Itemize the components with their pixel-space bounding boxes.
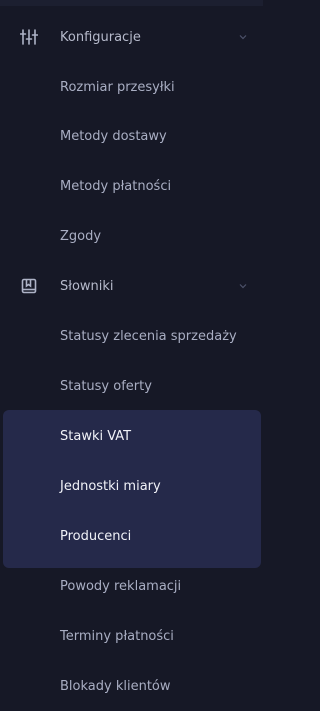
sidebar-item-label: Stawki VAT bbox=[60, 428, 132, 444]
chevron-down-icon bbox=[238, 281, 248, 291]
sidebar-item-producenci[interactable]: Producenci bbox=[0, 511, 263, 561]
group-label: Słowniki bbox=[60, 278, 114, 294]
sidebar-item-label: Powody reklamacji bbox=[60, 578, 182, 594]
sidebar-top-edge bbox=[0, 0, 263, 6]
sidebar-item-stawki-vat[interactable]: Stawki VAT bbox=[0, 411, 263, 461]
sidebar-item-zgody[interactable]: Zgody bbox=[0, 211, 263, 261]
sidebar-item-jednostki-miary[interactable]: Jednostki miary bbox=[0, 461, 263, 511]
sidebar-item-terminy-platnosci[interactable]: Terminy płatności bbox=[0, 611, 263, 661]
sidebar-item-blokady-klientow[interactable]: Blokady klientów bbox=[0, 661, 263, 711]
sidebar-item-label: Statusy oferty bbox=[60, 378, 152, 394]
sidebar-item-label: Blokady klientów bbox=[60, 678, 171, 694]
sidebar-item-label: Producenci bbox=[60, 528, 132, 544]
sidebar-item-rozmiar-przesylki[interactable]: Rozmiar przesyłki bbox=[0, 62, 263, 112]
sidebar-item-label: Rozmiar przesyłki bbox=[60, 79, 175, 95]
sidebar-item-metody-platnosci[interactable]: Metody płatności bbox=[0, 161, 263, 211]
group-label: Konfiguracje bbox=[60, 29, 141, 45]
group-header-konfiguracje[interactable]: Konfiguracje bbox=[0, 12, 263, 62]
sidebar-item-statusy-oferty[interactable]: Statusy oferty bbox=[0, 361, 263, 411]
sidebar-item-label: Metody płatności bbox=[60, 178, 172, 194]
sidebar-item-powody-reklamacji[interactable]: Powody reklamacji bbox=[0, 561, 263, 611]
sliders-icon bbox=[20, 28, 38, 46]
book-icon bbox=[20, 277, 38, 295]
sidebar-item-statusy-zlecenia-sprzedazy[interactable]: Statusy zlecenia sprzedaży bbox=[0, 311, 263, 361]
sidebar-item-label: Metody dostawy bbox=[60, 128, 167, 144]
sidebar-item-label: Terminy płatności bbox=[60, 628, 174, 644]
group-header-slowniki[interactable]: Słowniki bbox=[0, 261, 263, 311]
chevron-down-icon bbox=[238, 32, 248, 42]
sidebar-item-metody-dostawy[interactable]: Metody dostawy bbox=[0, 111, 263, 161]
sidebar-item-label: Statusy zlecenia sprzedaży bbox=[60, 328, 237, 344]
sidebar-item-label: Zgody bbox=[60, 228, 102, 244]
sidebar-item-label: Jednostki miary bbox=[60, 478, 161, 494]
